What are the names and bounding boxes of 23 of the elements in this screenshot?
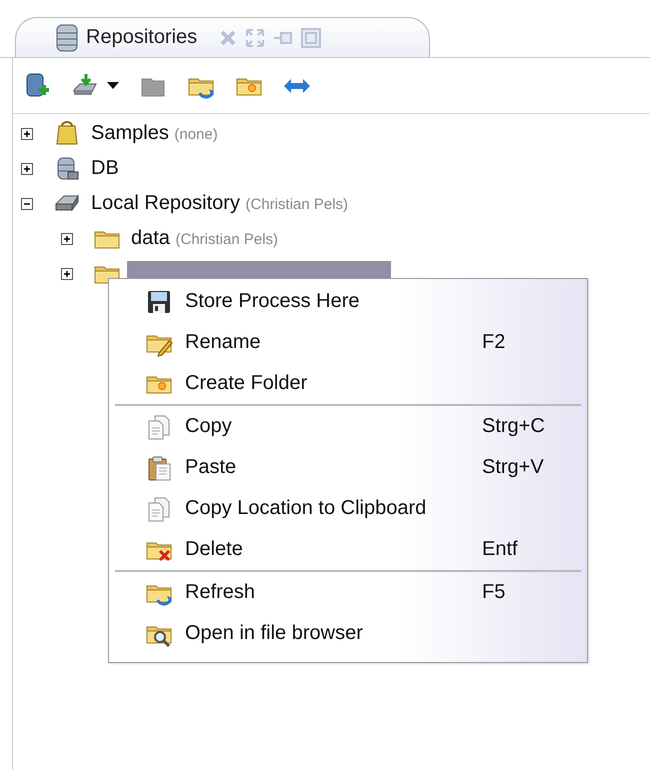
double-arrow-icon[interactable] [283,76,311,94]
expand-toggle[interactable] [21,162,33,174]
collapse-toggle[interactable] [21,198,33,210]
database-icon [56,24,78,52]
menu-item[interactable]: Rename F2 [109,322,587,363]
tree-item[interactable]: Samples (none) [87,121,222,146]
add-database-icon[interactable] [25,72,51,100]
tree-item[interactable]: DB [87,156,123,181]
tree-item[interactable]: Local Repository (Christian Pels) [87,191,352,216]
menu-item[interactable]: Store Process Here [109,281,587,322]
menu-item[interactable]: Copy Location to Clipboard [109,488,587,529]
menu-item[interactable]: Open in file browser [109,613,587,654]
expand-toggle[interactable] [21,128,33,140]
menu-item[interactable]: Delete Entf [109,529,587,570]
tree-item[interactable]: data (Christian Pels) [127,226,282,251]
menu-item[interactable]: Copy Strg+C [109,406,587,447]
menu-item[interactable]: Paste Strg+V [109,447,587,488]
expand-toggle[interactable] [61,268,73,280]
menu-item[interactable]: Create Folder [109,363,587,404]
menu-item[interactable]: Refresh F5 [109,572,587,613]
tab-title: Repositories [86,26,198,49]
expand-toggle[interactable] [61,232,73,244]
dropdown-caret-icon[interactable] [107,82,119,90]
